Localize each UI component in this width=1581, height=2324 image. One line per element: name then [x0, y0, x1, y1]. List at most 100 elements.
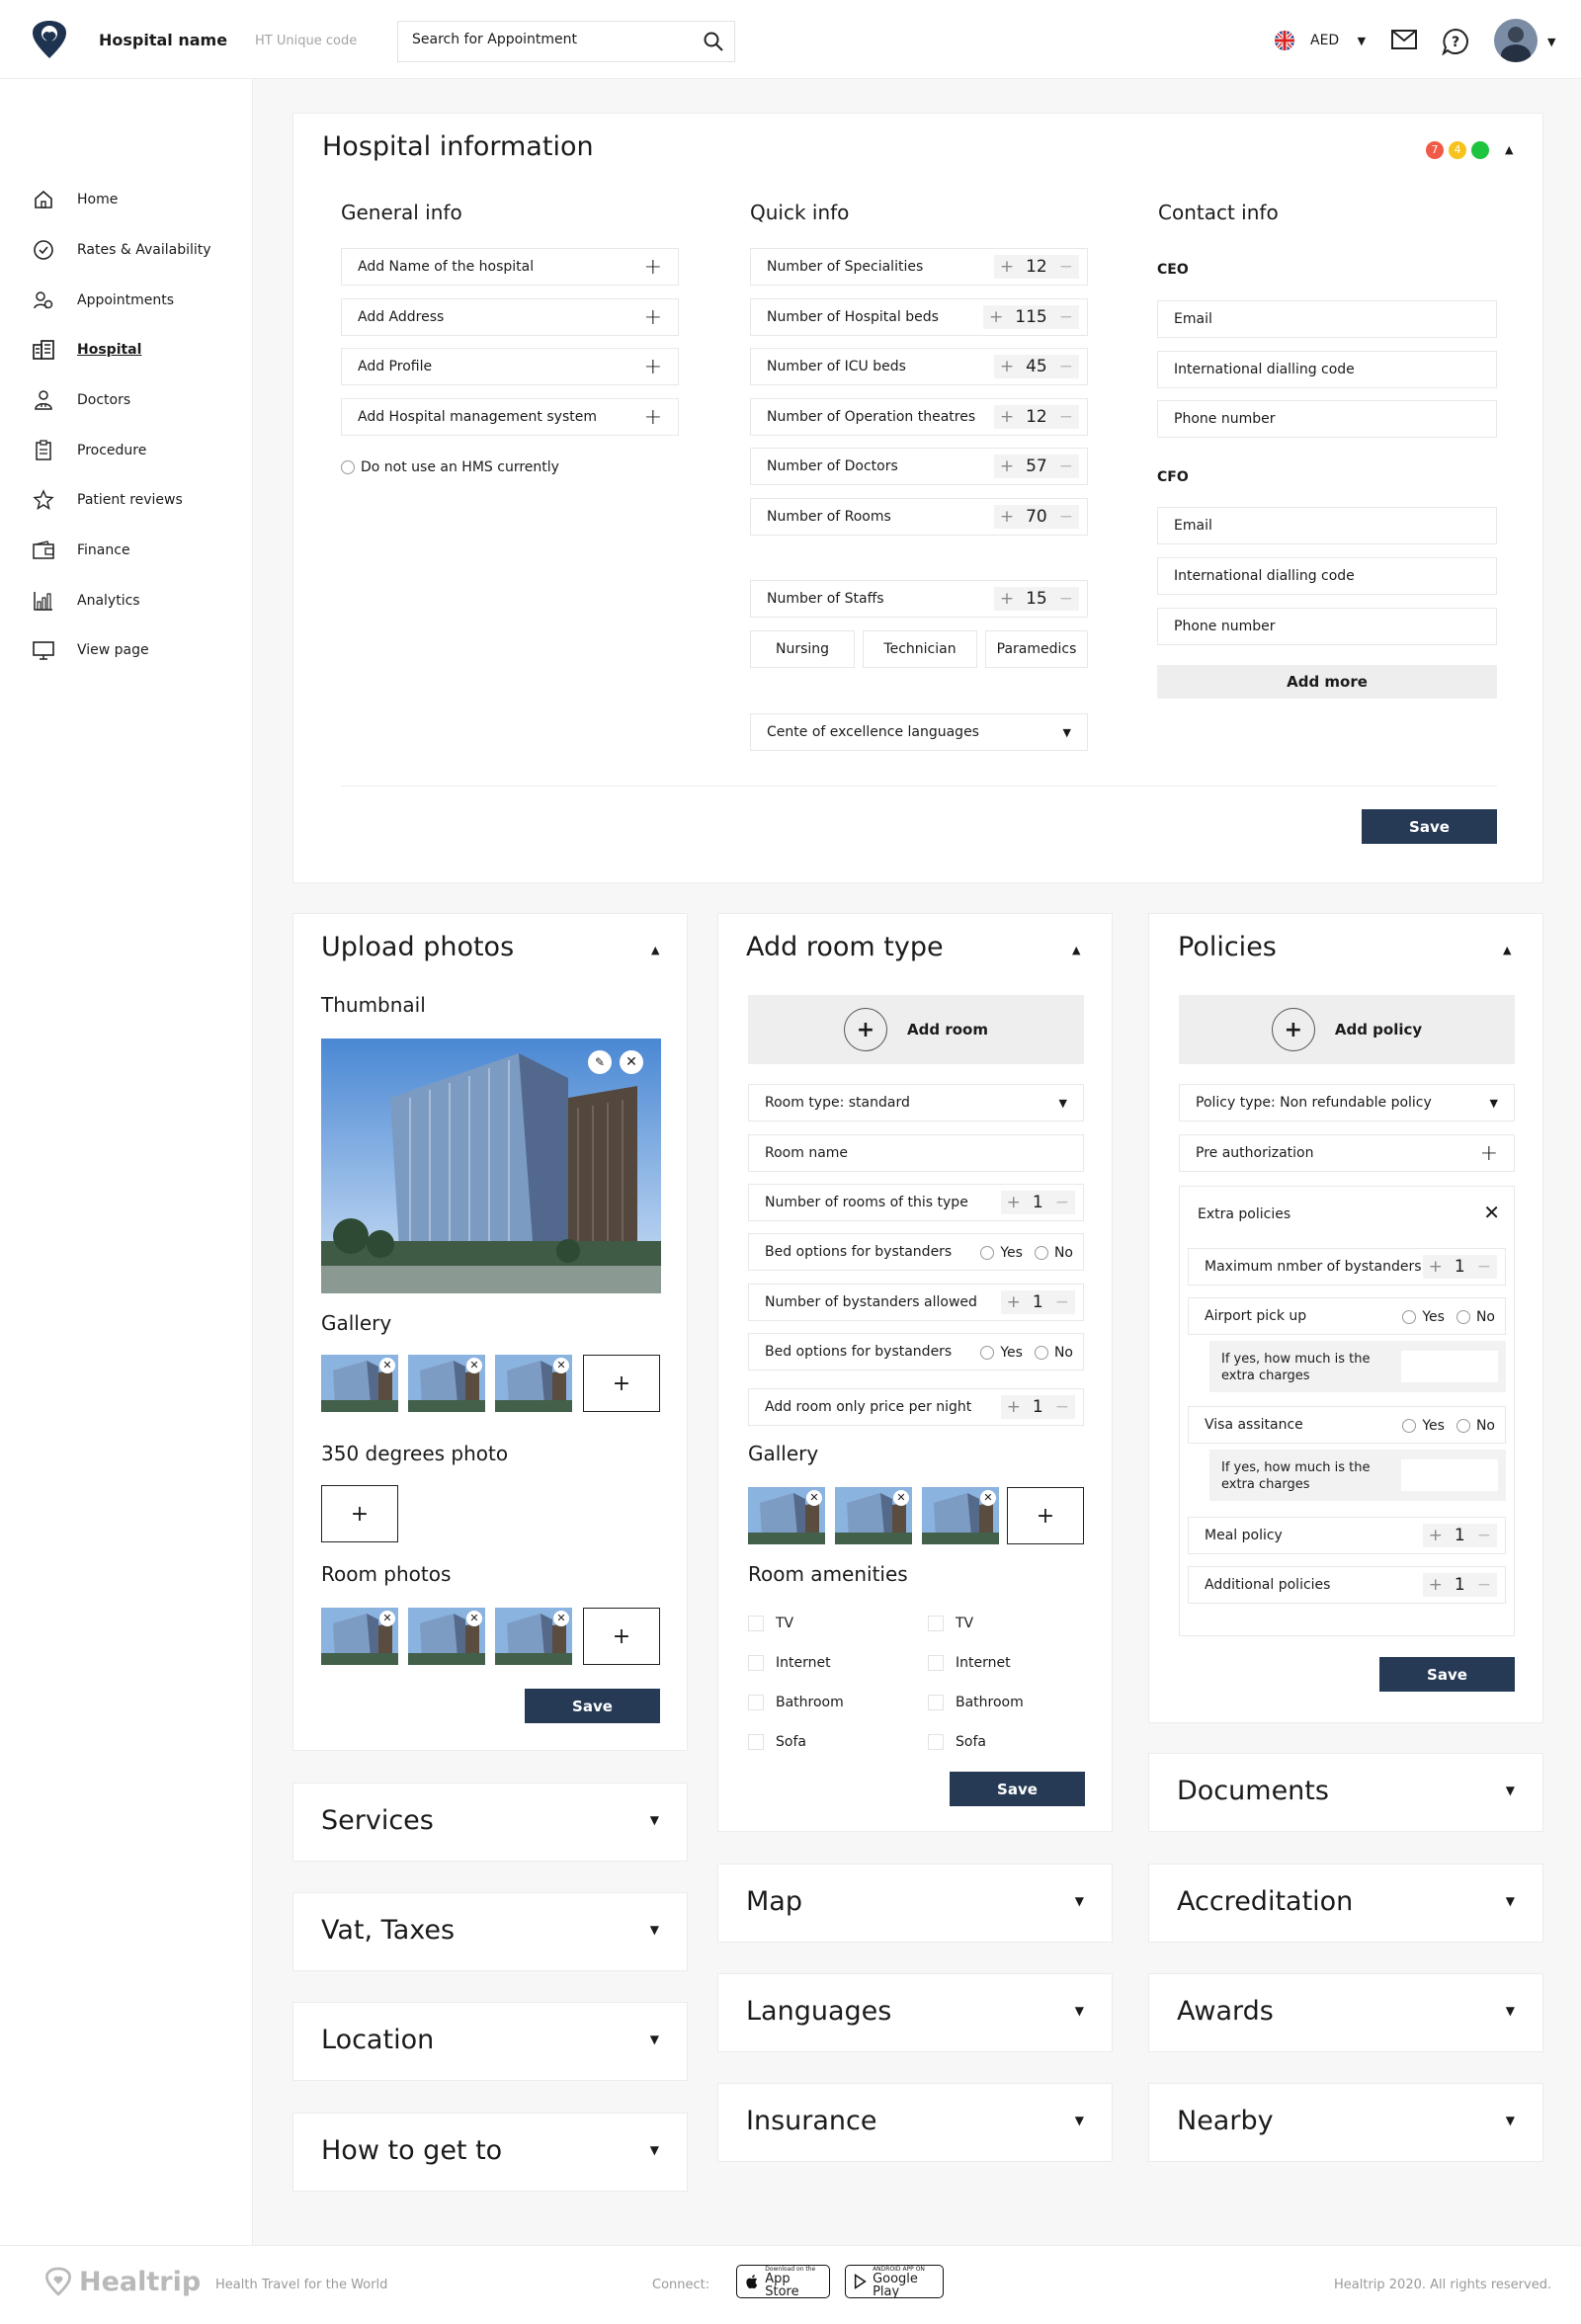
add-room-button[interactable]: + Add room: [748, 995, 1084, 1064]
close-icon[interactable]: ✕: [980, 1490, 996, 1506]
minus-icon[interactable]: −: [1059, 307, 1073, 327]
nearby-section[interactable]: Nearby ▼: [1148, 2083, 1543, 2162]
vat-taxes-section[interactable]: Vat, Taxes ▼: [292, 1892, 688, 1971]
ceo-dial-code-field[interactable]: International dialling code: [1157, 351, 1497, 388]
logo-icon[interactable]: [28, 18, 71, 61]
minus-icon[interactable]: −: [1055, 1193, 1069, 1212]
avatar[interactable]: [1494, 19, 1538, 62]
plus-icon[interactable]: +: [1429, 1257, 1443, 1277]
close-icon[interactable]: ✕: [620, 1050, 643, 1074]
add-policy-button[interactable]: + Add policy: [1179, 995, 1515, 1064]
no-option[interactable]: No: [1034, 1245, 1073, 1261]
staff-type-nursing[interactable]: Nursing: [750, 630, 855, 668]
add-more-button[interactable]: Add more: [1157, 665, 1497, 699]
help-icon[interactable]: ?: [1442, 28, 1469, 55]
minus-icon[interactable]: −: [1059, 407, 1073, 427]
sidebar-item-appointments[interactable]: Appointments: [32, 286, 174, 315]
add-gallery-photo-button[interactable]: +: [583, 1355, 660, 1412]
currency-selector[interactable]: AED ▼: [1310, 33, 1366, 48]
languages-section[interactable]: Languages ▼: [717, 1973, 1113, 2052]
plus-icon[interactable]: +: [644, 255, 662, 280]
no-option[interactable]: No: [1456, 1418, 1495, 1434]
radio-button[interactable]: [1034, 1246, 1048, 1260]
gallery-photo[interactable]: ✕: [922, 1487, 999, 1544]
plus-icon[interactable]: +: [1000, 507, 1014, 527]
ceo-email-field[interactable]: Email: [1157, 300, 1497, 338]
cfo-dial-code-field[interactable]: International dialling code: [1157, 557, 1497, 595]
chevron-down-icon[interactable]: ▼: [1547, 36, 1555, 48]
close-icon[interactable]: ✕: [1483, 1201, 1500, 1224]
location-section[interactable]: Location ▼: [292, 2002, 688, 2081]
plus-icon[interactable]: +: [1000, 407, 1014, 427]
no-option[interactable]: No: [1034, 1345, 1073, 1361]
save-button[interactable]: Save: [1362, 809, 1497, 844]
google-play-button[interactable]: ANDROID APP ON Google Play: [845, 2265, 944, 2298]
accreditation-section[interactable]: Accreditation ▼: [1148, 1864, 1543, 1943]
minus-icon[interactable]: −: [1059, 257, 1073, 277]
radio-button[interactable]: [980, 1346, 995, 1360]
search-icon[interactable]: [703, 31, 724, 52]
sidebar-item-analytics[interactable]: Analytics: [32, 586, 140, 616]
sidebar-item-hospital[interactable]: Hospital: [32, 335, 141, 365]
chevron-up-icon[interactable]: ▲: [651, 944, 659, 956]
close-icon[interactable]: ✕: [553, 1358, 569, 1373]
sidebar-item-procedure[interactable]: Procedure: [32, 436, 146, 465]
add-profile-field[interactable]: Add Profile +: [341, 348, 679, 385]
close-icon[interactable]: ✕: [806, 1490, 822, 1506]
minus-icon[interactable]: −: [1477, 1257, 1491, 1277]
close-icon[interactable]: ✕: [379, 1611, 395, 1626]
ceo-phone-field[interactable]: Phone number: [1157, 400, 1497, 438]
plus-icon[interactable]: +: [1480, 1141, 1498, 1166]
amenity-checkbox[interactable]: Internet: [928, 1643, 1024, 1683]
yes-option[interactable]: Yes: [980, 1245, 1023, 1261]
add-degrees-photo-button[interactable]: +: [321, 1485, 398, 1542]
plus-icon[interactable]: +: [1000, 357, 1014, 376]
extra-charges-input[interactable]: [1401, 1351, 1498, 1382]
no-option[interactable]: No: [1456, 1309, 1495, 1325]
amenity-checkbox[interactable]: Bathroom: [928, 1683, 1024, 1722]
amenity-checkbox[interactable]: TV: [748, 1604, 844, 1643]
yes-option[interactable]: Yes: [1402, 1418, 1445, 1434]
close-icon[interactable]: ✕: [893, 1490, 909, 1506]
radio-button[interactable]: [1456, 1310, 1470, 1324]
policy-type-select[interactable]: Policy type: Non refundable policy ▼: [1179, 1084, 1515, 1121]
how-to-get-section[interactable]: How to get to ▼: [292, 2113, 688, 2192]
sidebar-item-rates[interactable]: Rates & Availability: [32, 235, 211, 265]
sidebar-item-finance[interactable]: Finance: [32, 536, 130, 565]
close-icon[interactable]: ✕: [466, 1611, 482, 1626]
minus-icon[interactable]: −: [1055, 1397, 1069, 1417]
close-icon[interactable]: ✕: [379, 1358, 395, 1373]
sidebar-item-reviews[interactable]: Patient reviews: [32, 485, 183, 515]
minus-icon[interactable]: −: [1477, 1575, 1491, 1595]
add-gallery-photo-button[interactable]: +: [1007, 1487, 1084, 1544]
staff-type-technician[interactable]: Technician: [863, 630, 977, 668]
save-button[interactable]: Save: [525, 1689, 660, 1723]
languages-select[interactable]: Cente of excellence languages ▼: [750, 713, 1088, 751]
room-type-select[interactable]: Room type: standard ▼: [748, 1084, 1084, 1121]
radio-button[interactable]: [980, 1246, 995, 1260]
mail-icon[interactable]: [1391, 30, 1417, 49]
minus-icon[interactable]: −: [1477, 1526, 1491, 1545]
documents-section[interactable]: Documents ▼: [1148, 1753, 1543, 1832]
amenity-checkbox[interactable]: Sofa: [928, 1722, 1024, 1762]
plus-icon[interactable]: +: [644, 355, 662, 379]
insurance-section[interactable]: Insurance ▼: [717, 2083, 1113, 2162]
amenity-checkbox[interactable]: Sofa: [748, 1722, 844, 1762]
room-photo[interactable]: ✕: [495, 1608, 572, 1665]
minus-icon[interactable]: −: [1059, 507, 1073, 527]
awards-section[interactable]: Awards ▼: [1148, 1973, 1543, 2052]
plus-icon[interactable]: +: [1007, 1193, 1021, 1212]
edit-icon[interactable]: ✎: [588, 1050, 612, 1074]
pre-authorization-field[interactable]: Pre authorization +: [1179, 1134, 1515, 1172]
amenity-checkbox[interactable]: TV: [928, 1604, 1024, 1643]
add-hms-field[interactable]: Add Hospital management system +: [341, 398, 679, 436]
chevron-up-icon[interactable]: ▲: [1505, 143, 1513, 156]
plus-icon[interactable]: +: [644, 305, 662, 330]
plus-icon[interactable]: +: [1007, 1397, 1021, 1417]
close-icon[interactable]: ✕: [553, 1611, 569, 1626]
add-room-photo-button[interactable]: +: [583, 1608, 660, 1665]
gallery-photo[interactable]: ✕: [495, 1355, 572, 1412]
minus-icon[interactable]: −: [1059, 357, 1073, 376]
room-name-field[interactable]: Room name: [748, 1134, 1084, 1172]
amenity-checkbox[interactable]: Bathroom: [748, 1683, 844, 1722]
